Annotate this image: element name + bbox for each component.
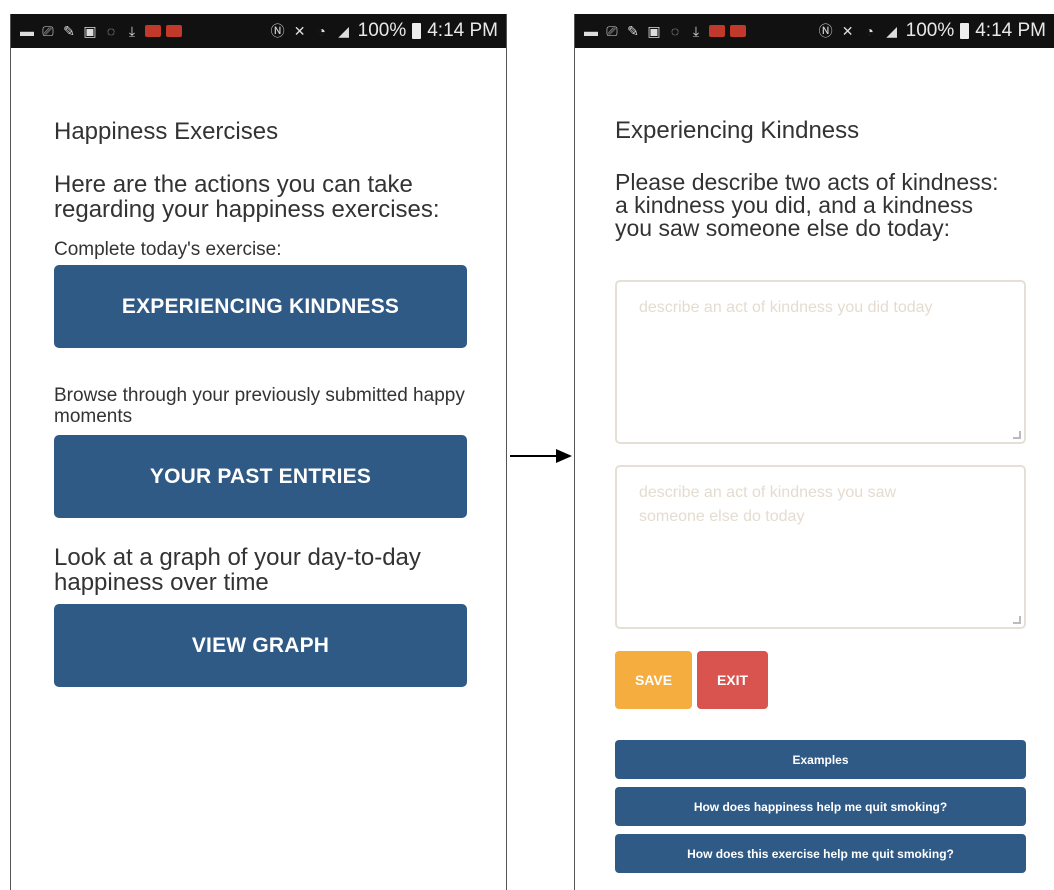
- status-icons: ▬ ⎚ ✎ ▣ ◌ ⤓: [583, 23, 746, 39]
- cell-signal-icon: ◢: [338, 23, 350, 39]
- status-right: Ⓝ ✕ ◔ ◢ 100% 4:14 PM: [818, 20, 1046, 42]
- today-label: Complete today's exercise:: [54, 239, 282, 260]
- battery-percent: 100%: [905, 20, 955, 41]
- graph-label: Look at a graph of your day-to-day happi…: [54, 544, 421, 596]
- download-icon: ⤓: [128, 23, 136, 39]
- nfc-icon: Ⓝ: [818, 23, 833, 39]
- wrench-icon: ✎: [63, 23, 75, 39]
- message-icon: ▬: [20, 23, 34, 39]
- mute-icon: ✕: [841, 23, 854, 39]
- save-icon: ▣: [647, 23, 661, 39]
- cast-icon: ⎚: [42, 23, 54, 39]
- examples-button[interactable]: Examples: [615, 740, 1026, 779]
- kindness-did-textarea[interactable]: describe an act of kindness you did toda…: [615, 280, 1026, 444]
- save-icon: ▣: [83, 23, 97, 39]
- page-title: Happiness Exercises: [54, 118, 279, 145]
- past-entries-button[interactable]: YOUR PAST ENTRIES: [54, 435, 467, 518]
- textarea-placeholder: describe an act of kindness you did toda…: [639, 299, 933, 316]
- wrench-icon: ✎: [627, 23, 639, 39]
- wifi-icon: ◌: [670, 23, 680, 39]
- resize-handle-icon[interactable]: [1013, 616, 1021, 624]
- view-graph-button[interactable]: VIEW GRAPH: [54, 604, 467, 687]
- wifi-icon: ◌: [106, 23, 116, 39]
- intro-text: Here are the actions you can take regard…: [54, 171, 440, 223]
- mail-icon: [730, 25, 746, 37]
- exit-button[interactable]: EXIT: [697, 651, 768, 709]
- happiness-help-button[interactable]: How does happiness help me quit smoking?: [615, 787, 1026, 826]
- status-right: Ⓝ ✕ ◔ ◢ 100% 4:14 PM: [270, 20, 498, 42]
- left-phone-screen: ▬ ⎚ ✎ ▣ ◌ ⤓ Ⓝ ✕ ◔ ◢ 100% 4:14 PM Happine…: [10, 14, 507, 890]
- kindness-saw-textarea[interactable]: describe an act of kindness you saw some…: [615, 465, 1026, 629]
- mail-icon: [166, 25, 182, 37]
- status-bar: ▬ ⎚ ✎ ▣ ◌ ⤓ Ⓝ ✕ ◔ ◢ 100% 4:14 PM: [11, 14, 506, 48]
- page-title: Experiencing Kindness: [615, 117, 860, 144]
- nfc-icon: Ⓝ: [270, 23, 285, 39]
- right-phone-screen: ▬ ⎚ ✎ ▣ ◌ ⤓ Ⓝ ✕ ◔ ◢ 100% 4:14 PM Experie…: [574, 14, 1054, 890]
- battery-percent: 100%: [357, 20, 407, 41]
- browse-label: Browse through your previously submitted…: [54, 385, 465, 427]
- mail-icon: [709, 25, 725, 37]
- mail-icon: [145, 25, 161, 37]
- battery-icon: [960, 23, 970, 39]
- battery-icon: [412, 23, 422, 39]
- status-icons: ▬ ⎚ ✎ ▣ ◌ ⤓: [19, 23, 182, 39]
- resize-handle-icon[interactable]: [1013, 431, 1021, 439]
- exercise-help-button[interactable]: How does this exercise help me quit smok…: [615, 834, 1026, 873]
- prompt-text: Please describe two acts of kindness: a …: [615, 169, 999, 241]
- arrow-icon: [510, 449, 572, 463]
- mute-icon: ✕: [293, 23, 306, 39]
- wifi-signal-icon: ◔: [317, 23, 326, 39]
- experiencing-kindness-button[interactable]: EXPERIENCING KINDNESS: [54, 265, 467, 348]
- wifi-signal-icon: ◔: [865, 23, 874, 39]
- save-button[interactable]: SAVE: [615, 651, 692, 709]
- textarea-placeholder: describe an act of kindness you saw some…: [639, 484, 897, 525]
- status-bar: ▬ ⎚ ✎ ▣ ◌ ⤓ Ⓝ ✕ ◔ ◢ 100% 4:14 PM: [575, 14, 1054, 48]
- cast-icon: ⎚: [606, 23, 618, 39]
- comparison-figure: ▬ ⎚ ✎ ▣ ◌ ⤓ Ⓝ ✕ ◔ ◢ 100% 4:14 PM Happine…: [0, 0, 1054, 890]
- message-icon: ▬: [584, 23, 598, 39]
- status-time: 4:14 PM: [975, 20, 1046, 41]
- download-icon: ⤓: [692, 23, 700, 39]
- cell-signal-icon: ◢: [886, 23, 898, 39]
- status-time: 4:14 PM: [427, 20, 498, 41]
